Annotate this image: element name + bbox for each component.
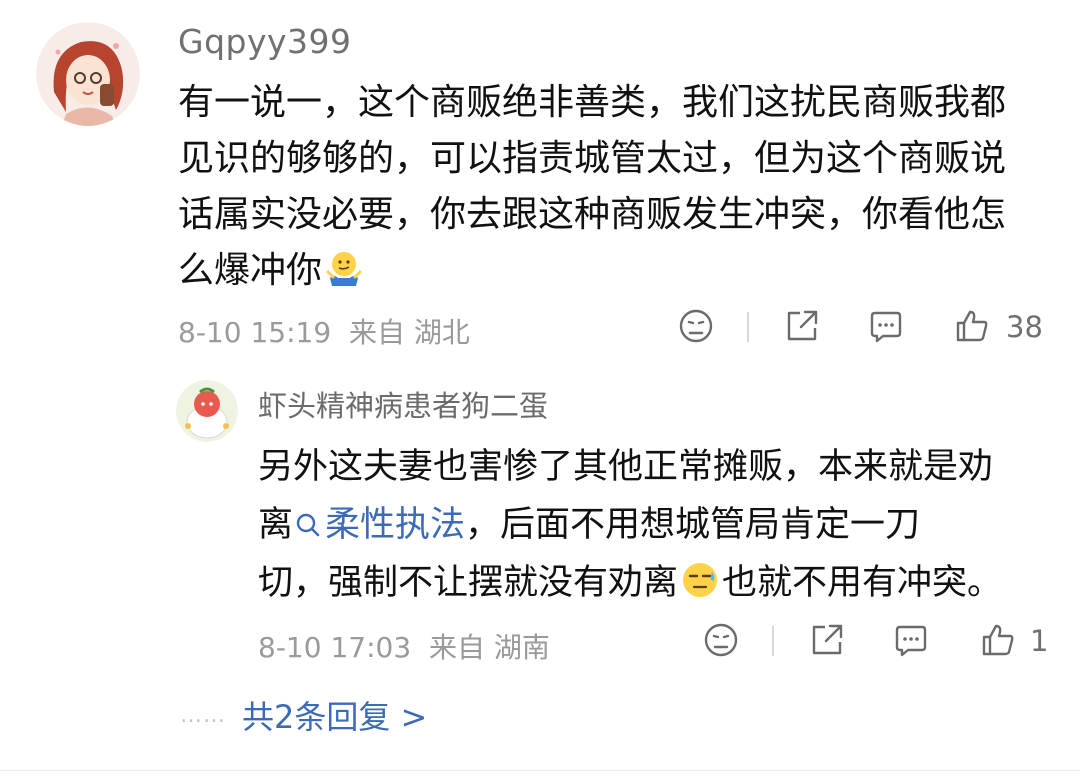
more-replies-link[interactable]: 共2条回复 > xyxy=(242,698,427,736)
share-icon[interactable] xyxy=(784,308,820,344)
comment-icon[interactable] xyxy=(868,308,904,344)
reply-text-part: 切，强制不让摆就没有劝离 xyxy=(258,563,679,603)
comment-text-line: 有一说一，这个商贩绝非善类，我们这扰民商贩我都 xyxy=(178,82,1007,123)
dislike-icon[interactable] xyxy=(703,622,739,658)
like-count: 1 xyxy=(1030,624,1049,658)
search-icon xyxy=(293,500,323,537)
topic-link-label[interactable]: 柔性执法 xyxy=(325,505,465,545)
divider xyxy=(747,312,749,342)
share-icon[interactable] xyxy=(809,622,845,658)
reply-user-avatar[interactable] xyxy=(176,380,238,442)
comment-icon[interactable] xyxy=(893,622,929,658)
like-icon[interactable] xyxy=(954,308,990,344)
reply-text-part: 离 xyxy=(258,505,294,545)
comment-text: 有一说一，这个商贩绝非善类，我们这扰民商贩我都 见识的够够的，可以指责城管太过，… xyxy=(178,75,1048,299)
reply-text-part: 也就不用有冲突。 xyxy=(722,563,1003,603)
comment-text-line: 话属实没必要，你去跟这种商贩发生冲突，你看他怎 xyxy=(178,194,1007,235)
view-more-replies[interactable]: …… 共2条回复 > xyxy=(180,692,427,742)
reply-username[interactable]: 虾头精神病患者狗二蛋 xyxy=(258,383,548,425)
reply-text-part: ，后面不用想城管局肯定一刀 xyxy=(465,505,921,545)
comment-text-line: 见识的够够的，可以指责城管太过，但为这个商贩说 xyxy=(178,138,1007,179)
sweat-emoji-icon xyxy=(680,560,720,600)
divider xyxy=(772,626,774,656)
like-icon[interactable] xyxy=(980,622,1016,658)
comment-thread: Gqpyy399 有一说一，这个商贩绝非善类，我们这扰民商贩我都 见识的够够的，… xyxy=(0,0,1080,780)
shrug-emoji-icon xyxy=(324,248,364,288)
comment-username[interactable]: Gqpyy399 xyxy=(178,22,352,61)
topic-link[interactable]: 柔性执法 xyxy=(293,505,465,545)
divider xyxy=(0,770,1080,771)
comment-actions: 38 xyxy=(0,308,1080,348)
comment-text-line: 么爆冲你 xyxy=(178,250,323,291)
like-count: 38 xyxy=(1006,310,1043,344)
dislike-icon[interactable] xyxy=(678,308,714,344)
reply-actions: 1 xyxy=(0,622,1080,662)
reply-text: 另外这夫妻也害惨了其他正常摊贩，本来就是劝 离柔性执法，后面不用想城管局肯定一刀… xyxy=(258,438,1058,612)
reply-text-line: 另外这夫妻也害惨了其他正常摊贩，本来就是劝 xyxy=(258,447,994,487)
user-avatar[interactable] xyxy=(36,22,140,126)
dots-separator: …… xyxy=(180,703,226,728)
